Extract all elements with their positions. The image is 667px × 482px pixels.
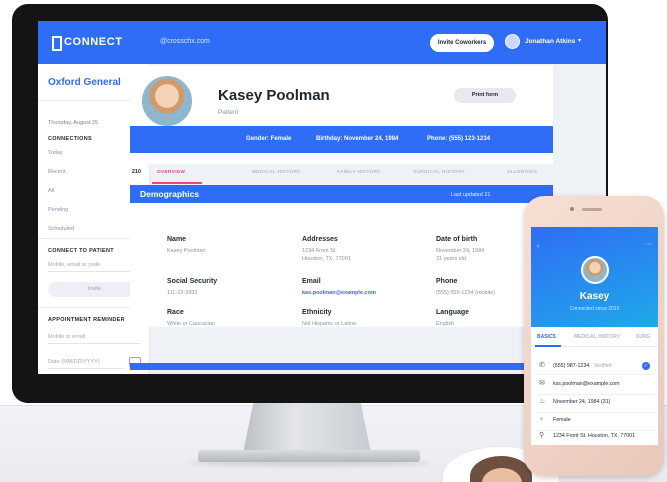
patient-birthday: Birthday: November 24, 1984 bbox=[316, 136, 399, 142]
language-label: Language bbox=[436, 309, 470, 316]
phone-active-tab-indicator bbox=[535, 345, 561, 347]
monitor-stand-base bbox=[198, 450, 420, 462]
phone-icon: ✆ bbox=[539, 362, 545, 369]
ssn-value: 111-22-3333 bbox=[167, 290, 198, 296]
caret-down-icon[interactable]: ▾ bbox=[578, 37, 581, 44]
monitor-stand bbox=[243, 403, 371, 453]
connection-label: Recent bbox=[48, 169, 66, 175]
language-value: English bbox=[436, 321, 455, 327]
tab-allergies[interactable]: ALLERGIES bbox=[507, 170, 537, 175]
monitor-chin bbox=[12, 376, 608, 403]
name-value: Kasey Poolman bbox=[167, 248, 206, 254]
location-icon: ⚲ bbox=[539, 432, 545, 439]
print-form-button[interactable]: Print form bbox=[454, 88, 516, 103]
dob-label: Date of birth bbox=[436, 236, 478, 243]
org-domain: @crosschx.com bbox=[160, 38, 210, 45]
active-tab-indicator bbox=[152, 182, 202, 184]
phone-number: (555) 987-1234 · Verified bbox=[553, 363, 612, 369]
connection-label: Today bbox=[48, 150, 63, 156]
connection-label: All bbox=[48, 188, 55, 194]
phone-patient-avatar bbox=[581, 256, 609, 284]
connection-label: Pending bbox=[48, 207, 69, 213]
phone-email: kss.poolman@example.com bbox=[553, 381, 620, 387]
phone-speaker bbox=[582, 208, 602, 211]
phone-label: Phone bbox=[436, 278, 458, 285]
demographics-title: Demographics bbox=[140, 189, 200, 199]
patient-role: Patient bbox=[218, 109, 239, 116]
name-label: Name bbox=[167, 236, 187, 243]
tab-overview[interactable]: OVERVIEW bbox=[157, 170, 185, 175]
phone-tab-medical-history[interactable]: MEDICAL HISTORY bbox=[574, 334, 620, 340]
connection-row-all[interactable]: All 5 bbox=[48, 188, 141, 194]
more-icon[interactable]: ··· bbox=[645, 241, 652, 248]
addresses-label: Addresses bbox=[302, 236, 338, 243]
invite-coworkers-button[interactable]: Invite Coworkers bbox=[430, 34, 494, 52]
phone-tab-basics[interactable]: BASICS bbox=[537, 334, 556, 340]
org-selector[interactable]: Oxford General bbox=[48, 77, 121, 88]
last-updated: Last updated 21 bbox=[451, 192, 491, 198]
connection-label: Scheduled bbox=[48, 226, 74, 232]
appointment-reminder-heading: APPOINTMENT REMINDER bbox=[48, 317, 125, 323]
record-tabs: OVERVIEW MEDICAL HISTORY FAMILY HISTORY … bbox=[130, 167, 553, 183]
phone-tab-surgical[interactable]: SURG bbox=[636, 334, 650, 340]
phone-birthday: November 24, 1984 (31) bbox=[553, 399, 611, 405]
phone-value: (555) 555-1234 (mobile) bbox=[436, 290, 496, 296]
connect-to-patient-heading: CONNECT TO PATIENT bbox=[48, 248, 114, 254]
patient-summary-bar: Gender: Female Birthday: November 24, 19… bbox=[130, 126, 553, 153]
next-section-header bbox=[130, 363, 553, 370]
verified-text: · Verified bbox=[590, 363, 612, 369]
patient-gender: Gender: Female bbox=[246, 136, 292, 142]
ssn-label: Social Security bbox=[167, 278, 218, 285]
user-menu[interactable]: Jonathan Atkins bbox=[525, 38, 575, 45]
top-bar: CONNECT @crosschx.com Invite Coworkers J… bbox=[38, 21, 606, 64]
patient-contact-input[interactable]: Mobile, email or code bbox=[48, 262, 141, 272]
phone-gender: Female bbox=[553, 417, 571, 423]
connection-row-scheduled[interactable]: Scheduled 12 bbox=[48, 226, 141, 232]
back-arrow-icon[interactable]: ‹ bbox=[537, 243, 539, 250]
reminder-date-input[interactable]: Date (MM/DD/YYYY) bbox=[48, 359, 124, 369]
gender-icon: ♀ bbox=[539, 416, 545, 423]
cake-icon: ♨ bbox=[539, 398, 546, 405]
tab-surgical-history[interactable]: SURGICAL HISTORY bbox=[413, 170, 465, 175]
connection-row-pending[interactable]: Pending 4 bbox=[48, 207, 141, 213]
patient-phone: Phone: (555) 123-1234 bbox=[427, 136, 491, 142]
email-link[interactable]: kas.poolman@example.com bbox=[302, 290, 376, 298]
phone-number-text: (555) 987-1234 bbox=[553, 363, 590, 369]
tab-medical-history[interactable]: MEDICAL HISTORY bbox=[252, 170, 301, 175]
phone-camera bbox=[570, 207, 574, 211]
race-label: Race bbox=[167, 309, 184, 316]
mail-icon: ✉ bbox=[539, 380, 545, 387]
patient-photo bbox=[140, 74, 194, 128]
email-label: Email bbox=[302, 278, 321, 285]
check-icon: ✓ bbox=[642, 362, 650, 370]
phone-patient-name: Kasey bbox=[579, 291, 610, 302]
ethnicity-label: Ethnicity bbox=[302, 309, 332, 316]
connections-heading: CONNECTIONS bbox=[48, 136, 92, 142]
logo-icon bbox=[52, 36, 62, 51]
patient-name: Kasey Poolman bbox=[218, 87, 330, 104]
connection-row-recent[interactable]: Recent 210 bbox=[48, 169, 141, 175]
tab-family-history[interactable]: FAMILY HISTORY bbox=[337, 170, 381, 175]
phone-connected-since: Connected since 2015 bbox=[569, 306, 620, 312]
invite-patient-button[interactable]: Invite bbox=[48, 282, 141, 297]
addresses-value: 1234 Front St. Houston, TX, 77001 bbox=[302, 248, 351, 262]
connection-row-today[interactable]: Today 11 bbox=[48, 150, 141, 156]
brand-logo[interactable]: CONNECT bbox=[64, 36, 123, 48]
user-avatar[interactable] bbox=[505, 34, 520, 49]
race-value: White or Caucasian bbox=[167, 321, 215, 327]
current-date-label: Thursday, August 25 bbox=[48, 120, 99, 126]
ethnicity-value: Not Hispanic or Latino bbox=[302, 321, 357, 327]
dob-value: November 24, 1984 31 years old bbox=[436, 248, 485, 262]
phone-address: 1234 Front St. Houston, TX, 77001 bbox=[553, 433, 636, 439]
phone-row-address[interactable] bbox=[537, 429, 655, 449]
reminder-contact-input[interactable]: Mobile or email bbox=[48, 334, 141, 344]
